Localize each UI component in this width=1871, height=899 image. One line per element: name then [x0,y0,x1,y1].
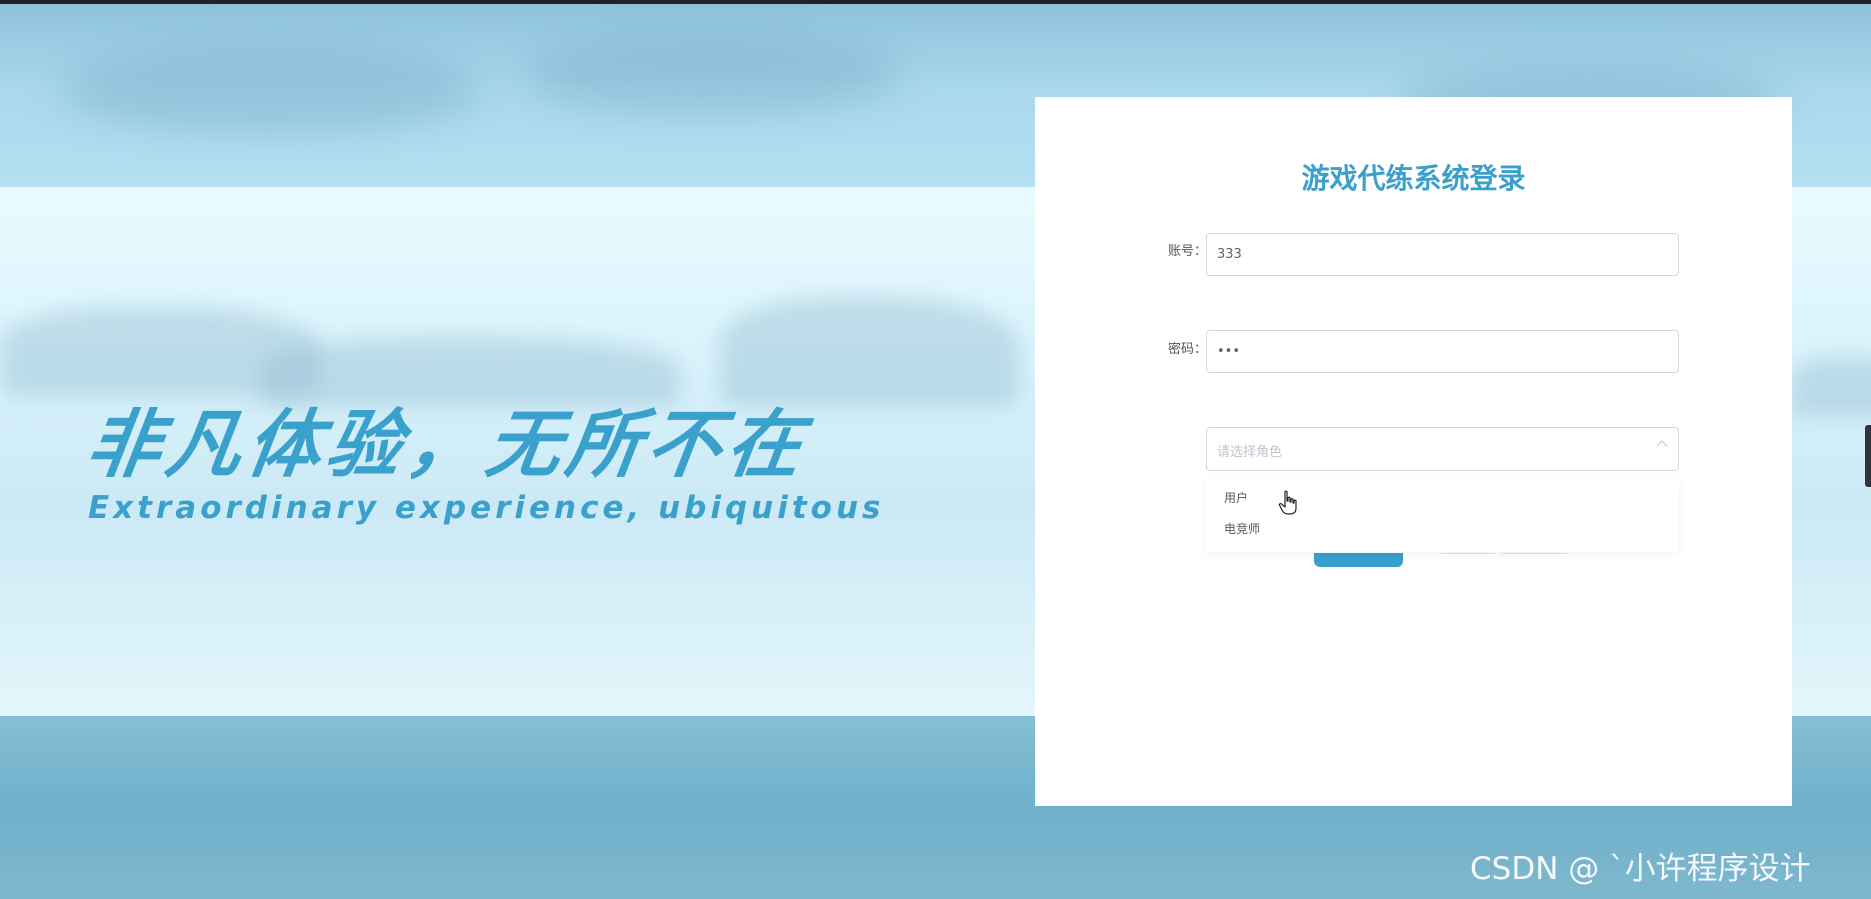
role-select-placeholder: 请选择角色 [1217,445,1283,460]
reset-link-underline [1501,553,1567,554]
login-panel: 游戏代练系统登录 账号： 密码： 请选择角色 用户 电竞师 [1035,97,1792,806]
slogan-english: Extraordinary experience, ubiquitous [88,490,885,526]
slogan-chinese: 非凡体验，无所不在 [81,402,814,488]
csdn-watermark: CSDN @ ˋ小许程序设计 [1470,851,1811,887]
account-input[interactable] [1206,233,1679,276]
account-label: 账号： [1168,244,1208,259]
role-dropdown: 用户 电竞师 [1206,478,1679,552]
role-option-user[interactable]: 用户 [1224,489,1248,506]
side-tab[interactable] [1865,425,1871,487]
password-label: 密码： [1168,342,1208,357]
hand-pointer-icon [1278,490,1297,515]
role-select[interactable]: 请选择角色 [1206,427,1679,471]
password-input[interactable] [1206,330,1679,373]
login-title: 游戏代练系统登录 [1301,162,1526,195]
role-option-esports[interactable]: 电竞师 [1224,520,1260,537]
register-link-underline [1441,553,1495,554]
login-button[interactable] [1314,553,1403,567]
chevron-up-icon [1656,440,1668,452]
